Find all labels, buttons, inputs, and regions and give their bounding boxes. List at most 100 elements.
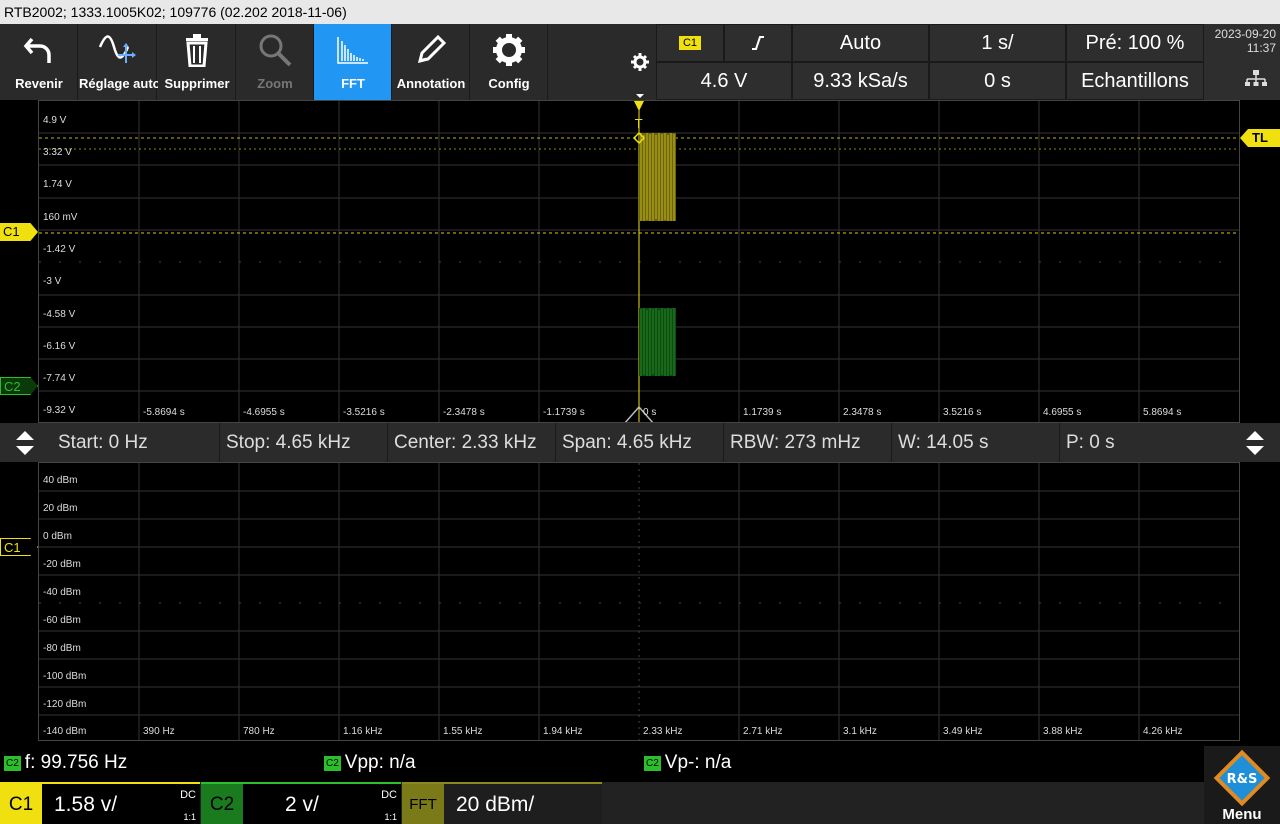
fft-start[interactable]: Start: 0 Hz	[52, 423, 220, 462]
measurement-frequency[interactable]: C2 f: 99.756 Hz	[4, 752, 127, 774]
pencil-icon	[392, 30, 470, 70]
channel-bar: C1 1.58 v/ DC 1:1 C2 2 v/ DC 1:1 FFT 20 dB…	[0, 782, 1280, 824]
zoom-icon	[236, 30, 314, 70]
scroll-up-down-icon[interactable]	[6, 423, 44, 462]
trigger-settings-button[interactable]	[624, 24, 656, 100]
trigger-position-marker	[634, 101, 644, 111]
trigger-slope-cell[interactable]	[724, 24, 792, 62]
fft-y-label: 0 dBm	[43, 531, 72, 542]
fft-grid	[39, 463, 1239, 740]
fft-x-label: 4.26 kHz	[1143, 726, 1183, 737]
x-label: -5.8694 s	[143, 407, 185, 418]
c2-channel-name: C2	[201, 784, 243, 824]
fft-x-label: 3.1 kHz	[843, 726, 877, 737]
rs-logo-text: R&S	[1227, 772, 1258, 787]
x-label: 5.8694 s	[1143, 407, 1182, 418]
measurement-source-tag: C2	[644, 755, 661, 771]
menu-label: Menu	[1222, 806, 1262, 823]
measurement-vp-minus[interactable]: C2 Vp-: n/a	[644, 752, 731, 774]
c1-coupling: DC 1:1	[180, 789, 196, 822]
undo-icon	[0, 30, 78, 70]
fft-icon	[314, 30, 392, 70]
pretrigger[interactable]: Pré: 100 %	[1066, 24, 1204, 62]
zoom-button[interactable]: Zoom	[236, 24, 314, 100]
fft-x-label: 3.88 kHz	[1043, 726, 1083, 737]
x-label: 2.3478 s	[843, 407, 882, 418]
fft-stop[interactable]: Stop: 4.65 kHz	[220, 423, 388, 462]
fft-x-label: 390 Hz	[143, 726, 175, 737]
y-label: 3.32 V	[43, 147, 72, 158]
fft-y-label: -100 dBm	[43, 671, 87, 682]
measurement-bar: C2 f: 99.756 Hz C2 Vpp: n/a C2 Vp-: n/a	[0, 744, 1280, 780]
autoset-icon	[79, 30, 157, 70]
c1-offset-marker[interactable]: C1	[0, 223, 38, 241]
fft-y-label: 40 dBm	[43, 475, 78, 486]
y-label: -4.58 V	[43, 309, 76, 320]
timebase[interactable]: 1 s/	[929, 24, 1066, 62]
trash-icon	[158, 30, 236, 70]
c2-scale: 2 v/	[285, 793, 319, 816]
annotation-button[interactable]: Annotation	[392, 24, 470, 100]
acquisition-mode[interactable]: Echantillons	[1066, 62, 1204, 100]
y-label: 4.9 V	[43, 115, 67, 126]
fft-settings-bar: Start: 0 Hz Stop: 4.65 kHz Center: 2.33 …	[0, 423, 1280, 462]
window-title: RTB2002; 1333.1005K02; 109776 (02.202 20…	[0, 0, 1280, 24]
fft-x-label: 2.71 kHz	[743, 726, 783, 737]
fft-span[interactable]: Span: 4.65 kHz	[556, 423, 724, 462]
c1-channel-box[interactable]: C1 1.58 v/ DC 1:1	[0, 782, 200, 824]
undo-button[interactable]: Revenir	[0, 24, 78, 100]
fft-y-label: -80 dBm	[43, 643, 81, 654]
delete-button[interactable]: Supprimer	[158, 24, 236, 100]
fft-ref-marker[interactable]: C1	[0, 538, 38, 556]
small-gear-icon	[631, 53, 649, 98]
x-label: 1.1739 s	[743, 407, 782, 418]
scroll-up-down-icon[interactable]	[1236, 423, 1274, 462]
trigger-mode[interactable]: Auto	[792, 24, 929, 62]
measurement-vpp[interactable]: C2 Vpp: n/a	[324, 752, 416, 774]
x-label: 0 s	[643, 407, 657, 418]
x-label: -3.5216 s	[343, 407, 385, 418]
trigger-source-cell[interactable]: C1	[656, 24, 724, 62]
measurement-value: Vp-: n/a	[664, 752, 732, 773]
fft-y-label: -20 dBm	[43, 559, 81, 570]
fft-y-label: -40 dBm	[43, 587, 81, 598]
c1-trace	[639, 133, 676, 221]
measurement-source-tag: C2	[324, 755, 341, 771]
autoset-button[interactable]: Réglage auto	[79, 24, 161, 100]
menu-button[interactable]: R&S Menu	[1204, 746, 1280, 824]
fft-x-label: 1.55 kHz	[443, 726, 483, 737]
fft-rbw[interactable]: RBW: 273 mHz	[724, 423, 892, 462]
zoom-label: Zoom	[257, 76, 293, 91]
c2-offset-marker[interactable]: C2	[0, 377, 38, 395]
trigger-level-marker[interactable]: TL	[1240, 129, 1280, 147]
delete-label: Supprimer	[164, 76, 230, 91]
undo-label: Revenir	[15, 76, 63, 91]
y-label: -6.16 V	[43, 341, 76, 352]
config-button[interactable]: Config	[470, 24, 548, 100]
fft-window[interactable]: W: 14.05 s	[892, 423, 1060, 462]
waveform-display[interactable]: T 4.9 V 3.32 V 1.74 V 160 mV -1.42 V -3 …	[38, 100, 1240, 423]
x-label: -2.3478 s	[443, 407, 485, 418]
horizontal-position[interactable]: 0 s	[929, 62, 1066, 100]
y-label: -3 V	[43, 276, 62, 287]
autoset-label: Réglage auto	[79, 76, 161, 91]
fft-position[interactable]: P: 0 s	[1060, 423, 1236, 462]
measurement-source-tag: C2	[4, 755, 21, 771]
c2-trace	[639, 308, 676, 376]
trigger-source-badge: C1	[678, 36, 702, 50]
c2-channel-box[interactable]: C2 2 v/ DC 1:1	[201, 782, 401, 824]
y-label: 1.74 V	[43, 179, 72, 190]
fft-center[interactable]: Center: 2.33 kHz	[388, 423, 556, 462]
trigger-level[interactable]: 4.6 V	[656, 62, 792, 100]
fft-y-label: -120 dBm	[43, 699, 87, 710]
fft-display[interactable]: 40 dBm 20 dBm 0 dBm -20 dBm -40 dBm -60 …	[38, 462, 1240, 741]
fft-y-label: -60 dBm	[43, 615, 81, 626]
network-icon	[1245, 70, 1267, 86]
fft-channel-box[interactable]: FFT 20 dBm/	[402, 782, 602, 824]
waveform-grid: T	[39, 101, 1239, 422]
fft-button[interactable]: FFT	[314, 24, 392, 100]
annotation-label: Annotation	[396, 76, 466, 91]
fft-x-label: 1.16 kHz	[343, 726, 383, 737]
rising-edge-icon	[752, 36, 764, 50]
y-label: -9.32 V	[43, 405, 76, 416]
